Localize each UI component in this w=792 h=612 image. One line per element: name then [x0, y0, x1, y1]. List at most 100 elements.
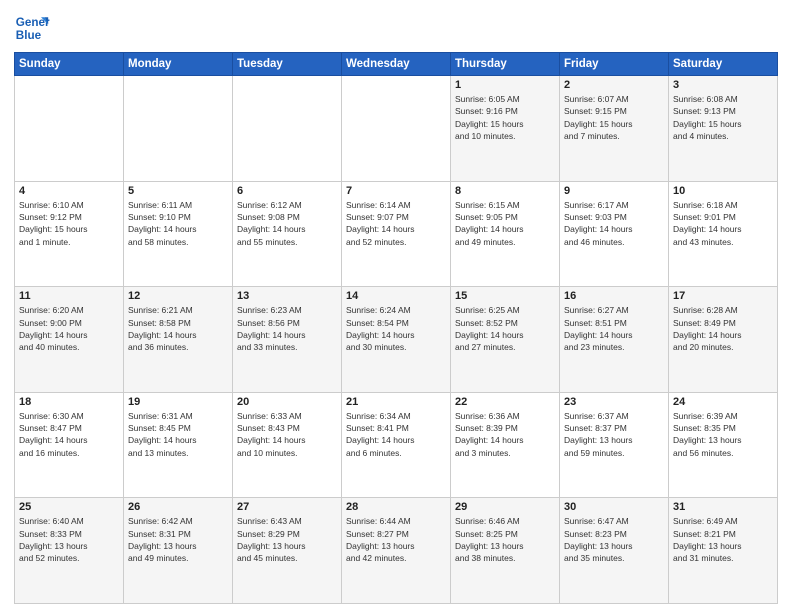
calendar-cell: 18 Sunrise: 6:30 AM Sunset: 8:47 PM Dayli…	[15, 392, 124, 498]
calendar-cell: 19Sunrise: 6:31 AM Sunset: 8:45 PM Dayli…	[124, 392, 233, 498]
day-info: Sunrise: 6:15 AM Sunset: 9:05 PM Dayligh…	[455, 199, 555, 248]
day-number: 26	[128, 501, 228, 513]
day-number: 28	[346, 501, 446, 513]
week-row-3: 11Sunrise: 6:20 AM Sunset: 9:00 PM Dayli…	[15, 287, 778, 393]
calendar-cell	[342, 76, 451, 182]
day-number: 27	[237, 501, 337, 513]
calendar-cell: 13 Sunrise: 6:23 AM Sunset: 8:56 PM Dayli…	[233, 287, 342, 393]
week-row-5: 25 Sunrise: 6:40 AM Sunset: 8:33 PM Dayli…	[15, 498, 778, 604]
day-info: Sunrise: 6:28 AM Sunset: 8:49 PM Dayligh…	[673, 304, 773, 353]
weekday-header-wednesday: Wednesday	[342, 53, 451, 76]
day-number: 15	[455, 290, 555, 302]
day-info: Sunrise: 6:14 AM Sunset: 9:07 PM Dayligh…	[346, 199, 446, 248]
weekday-header-friday: Friday	[560, 53, 669, 76]
week-row-4: 18 Sunrise: 6:30 AM Sunset: 8:47 PM Dayli…	[15, 392, 778, 498]
calendar-cell: 2 Sunrise: 6:07 AM Sunset: 9:15 PM Daylig…	[560, 76, 669, 182]
day-info: Sunrise: 6:11 AM Sunset: 9:10 PM Dayligh…	[128, 199, 228, 248]
calendar-cell: 16 Sunrise: 6:27 AM Sunset: 8:51 PM Dayli…	[560, 287, 669, 393]
calendar-cell: 9 Sunrise: 6:17 AM Sunset: 9:03 PM Daylig…	[560, 181, 669, 287]
calendar-cell: 10 Sunrise: 6:18 AM Sunset: 9:01 PM Dayli…	[669, 181, 778, 287]
calendar-cell: 20 Sunrise: 6:33 AM Sunset: 8:43 PM Dayli…	[233, 392, 342, 498]
calendar-cell: 3Sunrise: 6:08 AM Sunset: 9:13 PM Daylig…	[669, 76, 778, 182]
svg-text:Blue: Blue	[16, 29, 42, 42]
day-number: 7	[346, 185, 446, 197]
day-info: Sunrise: 6:46 AM Sunset: 8:25 PM Dayligh…	[455, 515, 555, 564]
calendar-cell: 6 Sunrise: 6:12 AM Sunset: 9:08 PM Daylig…	[233, 181, 342, 287]
day-number: 5	[128, 185, 228, 197]
weekday-header-sunday: Sunday	[15, 53, 124, 76]
day-info: Sunrise: 6:44 AM Sunset: 8:27 PM Dayligh…	[346, 515, 446, 564]
day-number: 20	[237, 396, 337, 408]
page: General Blue SundayMondayTuesdayWednesda…	[0, 0, 792, 612]
day-number: 30	[564, 501, 664, 513]
calendar-cell: 8 Sunrise: 6:15 AM Sunset: 9:05 PM Daylig…	[451, 181, 560, 287]
day-number: 4	[19, 185, 119, 197]
day-number: 17	[673, 290, 773, 302]
calendar-cell: 12Sunrise: 6:21 AM Sunset: 8:58 PM Dayli…	[124, 287, 233, 393]
calendar-cell	[124, 76, 233, 182]
day-number: 2	[564, 79, 664, 91]
day-number: 31	[673, 501, 773, 513]
day-info: Sunrise: 6:43 AM Sunset: 8:29 PM Dayligh…	[237, 515, 337, 564]
calendar-cell: 7 Sunrise: 6:14 AM Sunset: 9:07 PM Daylig…	[342, 181, 451, 287]
calendar-cell: 23 Sunrise: 6:37 AM Sunset: 8:37 PM Dayli…	[560, 392, 669, 498]
calendar-cell: 24Sunrise: 6:39 AM Sunset: 8:35 PM Dayli…	[669, 392, 778, 498]
calendar-cell: 28 Sunrise: 6:44 AM Sunset: 8:27 PM Dayli…	[342, 498, 451, 604]
day-info: Sunrise: 6:40 AM Sunset: 8:33 PM Dayligh…	[19, 515, 119, 564]
calendar-cell: 31Sunrise: 6:49 AM Sunset: 8:21 PM Dayli…	[669, 498, 778, 604]
calendar-cell: 30 Sunrise: 6:47 AM Sunset: 8:23 PM Dayli…	[560, 498, 669, 604]
day-info: Sunrise: 6:17 AM Sunset: 9:03 PM Dayligh…	[564, 199, 664, 248]
day-number: 19	[128, 396, 228, 408]
day-number: 10	[673, 185, 773, 197]
day-number: 6	[237, 185, 337, 197]
day-info: Sunrise: 6:18 AM Sunset: 9:01 PM Dayligh…	[673, 199, 773, 248]
week-row-1: 1Sunrise: 6:05 AM Sunset: 9:16 PM Daylig…	[15, 76, 778, 182]
calendar-cell: 15 Sunrise: 6:25 AM Sunset: 8:52 PM Dayli…	[451, 287, 560, 393]
generalblue-logo-icon: General Blue	[14, 10, 50, 46]
weekday-header-thursday: Thursday	[451, 53, 560, 76]
day-number: 18	[19, 396, 119, 408]
calendar-cell: 27 Sunrise: 6:43 AM Sunset: 8:29 PM Dayli…	[233, 498, 342, 604]
weekday-header-saturday: Saturday	[669, 53, 778, 76]
calendar-cell: 17 Sunrise: 6:28 AM Sunset: 8:49 PM Dayli…	[669, 287, 778, 393]
day-number: 24	[673, 396, 773, 408]
day-info: Sunrise: 6:36 AM Sunset: 8:39 PM Dayligh…	[455, 410, 555, 459]
day-number: 29	[455, 501, 555, 513]
day-info: Sunrise: 6:27 AM Sunset: 8:51 PM Dayligh…	[564, 304, 664, 353]
calendar-cell	[233, 76, 342, 182]
day-number: 1	[455, 79, 555, 91]
day-info: Sunrise: 6:47 AM Sunset: 8:23 PM Dayligh…	[564, 515, 664, 564]
day-info: Sunrise: 6:23 AM Sunset: 8:56 PM Dayligh…	[237, 304, 337, 353]
calendar-cell: 5 Sunrise: 6:11 AM Sunset: 9:10 PM Daylig…	[124, 181, 233, 287]
calendar-cell: 29 Sunrise: 6:46 AM Sunset: 8:25 PM Dayli…	[451, 498, 560, 604]
day-number: 3	[673, 79, 773, 91]
day-number: 23	[564, 396, 664, 408]
calendar-cell: 25 Sunrise: 6:40 AM Sunset: 8:33 PM Dayli…	[15, 498, 124, 604]
day-info: Sunrise: 6:25 AM Sunset: 8:52 PM Dayligh…	[455, 304, 555, 353]
day-number: 16	[564, 290, 664, 302]
day-number: 25	[19, 501, 119, 513]
calendar-cell: 21 Sunrise: 6:34 AM Sunset: 8:41 PM Dayli…	[342, 392, 451, 498]
day-info: Sunrise: 6:21 AM Sunset: 8:58 PM Dayligh…	[128, 304, 228, 353]
calendar-cell: 11Sunrise: 6:20 AM Sunset: 9:00 PM Dayli…	[15, 287, 124, 393]
day-info: Sunrise: 6:33 AM Sunset: 8:43 PM Dayligh…	[237, 410, 337, 459]
day-info: Sunrise: 6:12 AM Sunset: 9:08 PM Dayligh…	[237, 199, 337, 248]
day-info: Sunrise: 6:34 AM Sunset: 8:41 PM Dayligh…	[346, 410, 446, 459]
day-info: Sunrise: 6:30 AM Sunset: 8:47 PM Dayligh…	[19, 410, 119, 459]
calendar-cell: 22Sunrise: 6:36 AM Sunset: 8:39 PM Dayli…	[451, 392, 560, 498]
day-info: Sunrise: 6:24 AM Sunset: 8:54 PM Dayligh…	[346, 304, 446, 353]
calendar-cell: 4Sunrise: 6:10 AM Sunset: 9:12 PM Daylig…	[15, 181, 124, 287]
calendar-table: SundayMondayTuesdayWednesdayThursdayFrid…	[14, 52, 778, 604]
calendar-cell: 26Sunrise: 6:42 AM Sunset: 8:31 PM Dayli…	[124, 498, 233, 604]
day-info: Sunrise: 6:07 AM Sunset: 9:15 PM Dayligh…	[564, 93, 664, 142]
day-number: 8	[455, 185, 555, 197]
calendar-cell: 1Sunrise: 6:05 AM Sunset: 9:16 PM Daylig…	[451, 76, 560, 182]
calendar-cell: 14 Sunrise: 6:24 AM Sunset: 8:54 PM Dayli…	[342, 287, 451, 393]
day-info: Sunrise: 6:37 AM Sunset: 8:37 PM Dayligh…	[564, 410, 664, 459]
day-number: 14	[346, 290, 446, 302]
day-number: 11	[19, 290, 119, 302]
day-number: 13	[237, 290, 337, 302]
logo: General Blue	[14, 10, 50, 46]
day-number: 21	[346, 396, 446, 408]
day-number: 9	[564, 185, 664, 197]
